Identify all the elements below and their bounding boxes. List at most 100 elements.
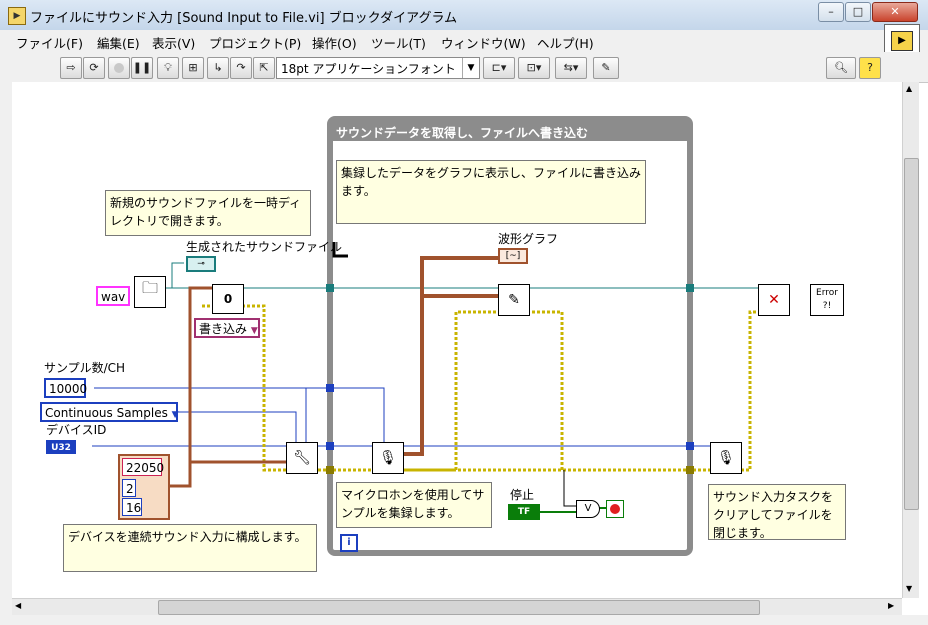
cleanup-icon[interactable]: ✎ bbox=[593, 57, 619, 79]
pencil-icon: ✎ bbox=[508, 292, 520, 308]
wav-constant[interactable]: wav bbox=[96, 286, 131, 306]
font-selector-label: 18pt アプリケーションフォント bbox=[281, 62, 456, 76]
chevron-down-icon: ▼ bbox=[250, 326, 258, 336]
menu-bar: ファイル(F) 編集(E) 表示(V) プロジェクト(P) 操作(O) ツール(… bbox=[0, 24, 928, 58]
error-tunnel-out bbox=[686, 466, 694, 474]
retain-wire-values-icon[interactable]: ⊞ bbox=[182, 57, 204, 79]
block-diagram[interactable]: サウンドデータを取得し、ファイルへ書き込む 集録したデータをグラフに表示し、ファ… bbox=[12, 82, 902, 598]
waveform-graph-terminal[interactable]: [~] bbox=[498, 248, 528, 264]
label-generated-file: 生成されたサウンドファイル bbox=[186, 240, 343, 254]
step-into-icon[interactable]: ↳ bbox=[207, 57, 229, 79]
menu-operate[interactable]: 操作(O) bbox=[312, 33, 357, 52]
window-left-border bbox=[0, 82, 12, 625]
minimize-button[interactable]: – bbox=[818, 2, 844, 22]
menu-help[interactable]: ヘルプ(H) bbox=[537, 33, 594, 52]
refnum-tunnel-in bbox=[326, 284, 334, 292]
horizontal-scroll-thumb[interactable] bbox=[158, 600, 760, 615]
run-continuously-icon[interactable]: ⟳ bbox=[83, 57, 105, 79]
distribute-icon[interactable]: ⊡▾ bbox=[518, 57, 550, 79]
title-bar: ▶ ファイルにサウンド入力 [Sound Input to File.vi] ブ… bbox=[0, 0, 928, 31]
horizontal-scrollbar[interactable]: ◀ ▶ bbox=[12, 598, 902, 616]
stop-if-true-icon bbox=[610, 504, 620, 514]
file-path-wire bbox=[171, 262, 184, 288]
error-or-wire bbox=[563, 470, 576, 507]
or-function[interactable]: V bbox=[576, 500, 600, 518]
loop-condition-terminal[interactable] bbox=[606, 500, 624, 518]
simple-error-handler-vi[interactable]: Error ?! bbox=[810, 284, 844, 316]
highlight-execution-icon[interactable]: 💡︎ bbox=[157, 57, 179, 79]
sample-mode-constant[interactable]: Continuous Samples ▼ bbox=[40, 402, 179, 422]
temp-dir-vi[interactable]: 🗀 bbox=[134, 276, 166, 308]
task-tunnel-in bbox=[326, 442, 334, 450]
samples-constant[interactable]: 10000 bbox=[44, 378, 87, 398]
chevron-down-icon: ▼ bbox=[462, 58, 479, 78]
menu-tools[interactable]: ツール(T) bbox=[371, 33, 426, 52]
scroll-down-arrow-icon[interactable]: ▼ bbox=[906, 584, 912, 593]
sound-config-vi[interactable]: 🔧︎ bbox=[286, 442, 318, 474]
error-tunnel-in bbox=[326, 466, 334, 474]
channels-constant[interactable]: 2 bbox=[122, 479, 136, 497]
stop-terminal[interactable]: TF bbox=[508, 504, 540, 520]
step-out-icon[interactable]: ⇱ bbox=[253, 57, 275, 79]
note-acquire: マイクロホンを使用してサンプルを集録します。 bbox=[336, 482, 492, 528]
label-waveform-graph: 波形グラフ bbox=[498, 232, 559, 246]
sound-format-cluster[interactable]: 22050 2 16 bbox=[118, 454, 170, 520]
eraser-icon: 🎙︎ bbox=[717, 450, 735, 466]
sample-mode-wire bbox=[178, 411, 297, 446]
refnum-tunnel-out bbox=[686, 284, 694, 292]
waveform-wire bbox=[396, 256, 498, 456]
wrench-icon: 🔧︎ bbox=[293, 450, 311, 466]
reorder-icon[interactable]: ⇆▾ bbox=[555, 57, 587, 79]
vi-icon: ▶ bbox=[891, 31, 913, 51]
menu-file[interactable]: ファイル(F) bbox=[16, 33, 83, 52]
scroll-up-arrow-icon[interactable]: ▲ bbox=[906, 84, 912, 93]
vertical-scrollbar[interactable]: ▲ ▼ bbox=[902, 82, 919, 598]
samples-tunnel bbox=[326, 384, 334, 392]
menu-view[interactable]: 表示(V) bbox=[152, 33, 195, 52]
label-stop: 停止 bbox=[510, 488, 535, 502]
menu-window[interactable]: ウィンドウ(W) bbox=[441, 33, 526, 52]
error-handler-label: Error ?! bbox=[816, 288, 838, 311]
close-button[interactable]: ✕ bbox=[872, 2, 918, 22]
rate-constant[interactable]: 22050 bbox=[122, 458, 164, 476]
maximize-button[interactable]: □ bbox=[845, 2, 871, 22]
sound-file-open-vi[interactable]: 0 bbox=[212, 284, 244, 314]
sound-file-close-vi[interactable]: ✕ bbox=[758, 284, 790, 316]
scroll-left-arrow-icon[interactable]: ◀ bbox=[15, 601, 21, 610]
loop-title: サウンドデータを取得し、ファイルへ書き込む bbox=[336, 126, 589, 140]
sound-file-write-vi[interactable]: ✎ bbox=[498, 284, 530, 316]
toolbar: ⇨ ⟳ ❚❚ 💡︎ ⊞ ↳ ↷ ⇱ 18pt アプリケーションフォント ▼ ⊏▾… bbox=[0, 52, 928, 83]
vertical-scroll-thumb[interactable] bbox=[904, 158, 919, 510]
open-value: 0 bbox=[223, 292, 233, 306]
context-help-icon[interactable]: ? bbox=[859, 57, 881, 79]
search-icon[interactable]: 🔍︎ bbox=[826, 57, 856, 79]
microphone-icon: 🎙︎ bbox=[379, 450, 397, 466]
sample-mode-value: Continuous Samples bbox=[45, 406, 168, 420]
scroll-right-arrow-icon[interactable]: ▶ bbox=[888, 601, 894, 610]
mode-constant[interactable]: 書き込み ▼ bbox=[194, 318, 260, 338]
align-icon[interactable]: ⊏▾ bbox=[483, 57, 515, 79]
app-icon: ▶ bbox=[8, 7, 26, 25]
menu-edit[interactable]: 編集(E) bbox=[97, 33, 140, 52]
sound-clear-vi[interactable]: 🎙︎ bbox=[710, 442, 742, 474]
note-configure: デバイスを連続サウンド入力に構成します。 bbox=[63, 524, 317, 572]
bits-constant[interactable]: 16 bbox=[122, 498, 142, 516]
font-selector[interactable]: 18pt アプリケーションフォント ▼ bbox=[276, 57, 480, 79]
sound-read-vi[interactable]: 🎙︎ bbox=[372, 442, 404, 474]
task-tunnel-out bbox=[686, 442, 694, 450]
run-arrow-icon[interactable]: ⇨ bbox=[60, 57, 82, 79]
or-symbol: V bbox=[584, 503, 592, 514]
window-title: ファイルにサウンド入力 [Sound Input to File.vi] ブロッ… bbox=[30, 11, 458, 26]
note-temp-file: 新規のサウンドファイルを一時ディレクトリで開きます。 bbox=[105, 190, 311, 236]
file-path-indicator[interactable]: ⊸ bbox=[186, 256, 216, 272]
step-over-icon[interactable]: ↷ bbox=[230, 57, 252, 79]
menu-project[interactable]: プロジェクト(P) bbox=[209, 33, 301, 52]
abort-icon[interactable] bbox=[108, 57, 130, 79]
label-samples-per-ch: サンプル数/CH bbox=[44, 361, 126, 375]
folder-icon: 🗀 bbox=[141, 278, 158, 297]
close-x-icon: ✕ bbox=[768, 292, 780, 308]
device-id-terminal[interactable]: U32 bbox=[46, 440, 76, 454]
window-bottom-border bbox=[0, 615, 928, 625]
mode-constant-value: 書き込み bbox=[199, 322, 248, 336]
pause-icon[interactable]: ❚❚ bbox=[131, 57, 153, 79]
